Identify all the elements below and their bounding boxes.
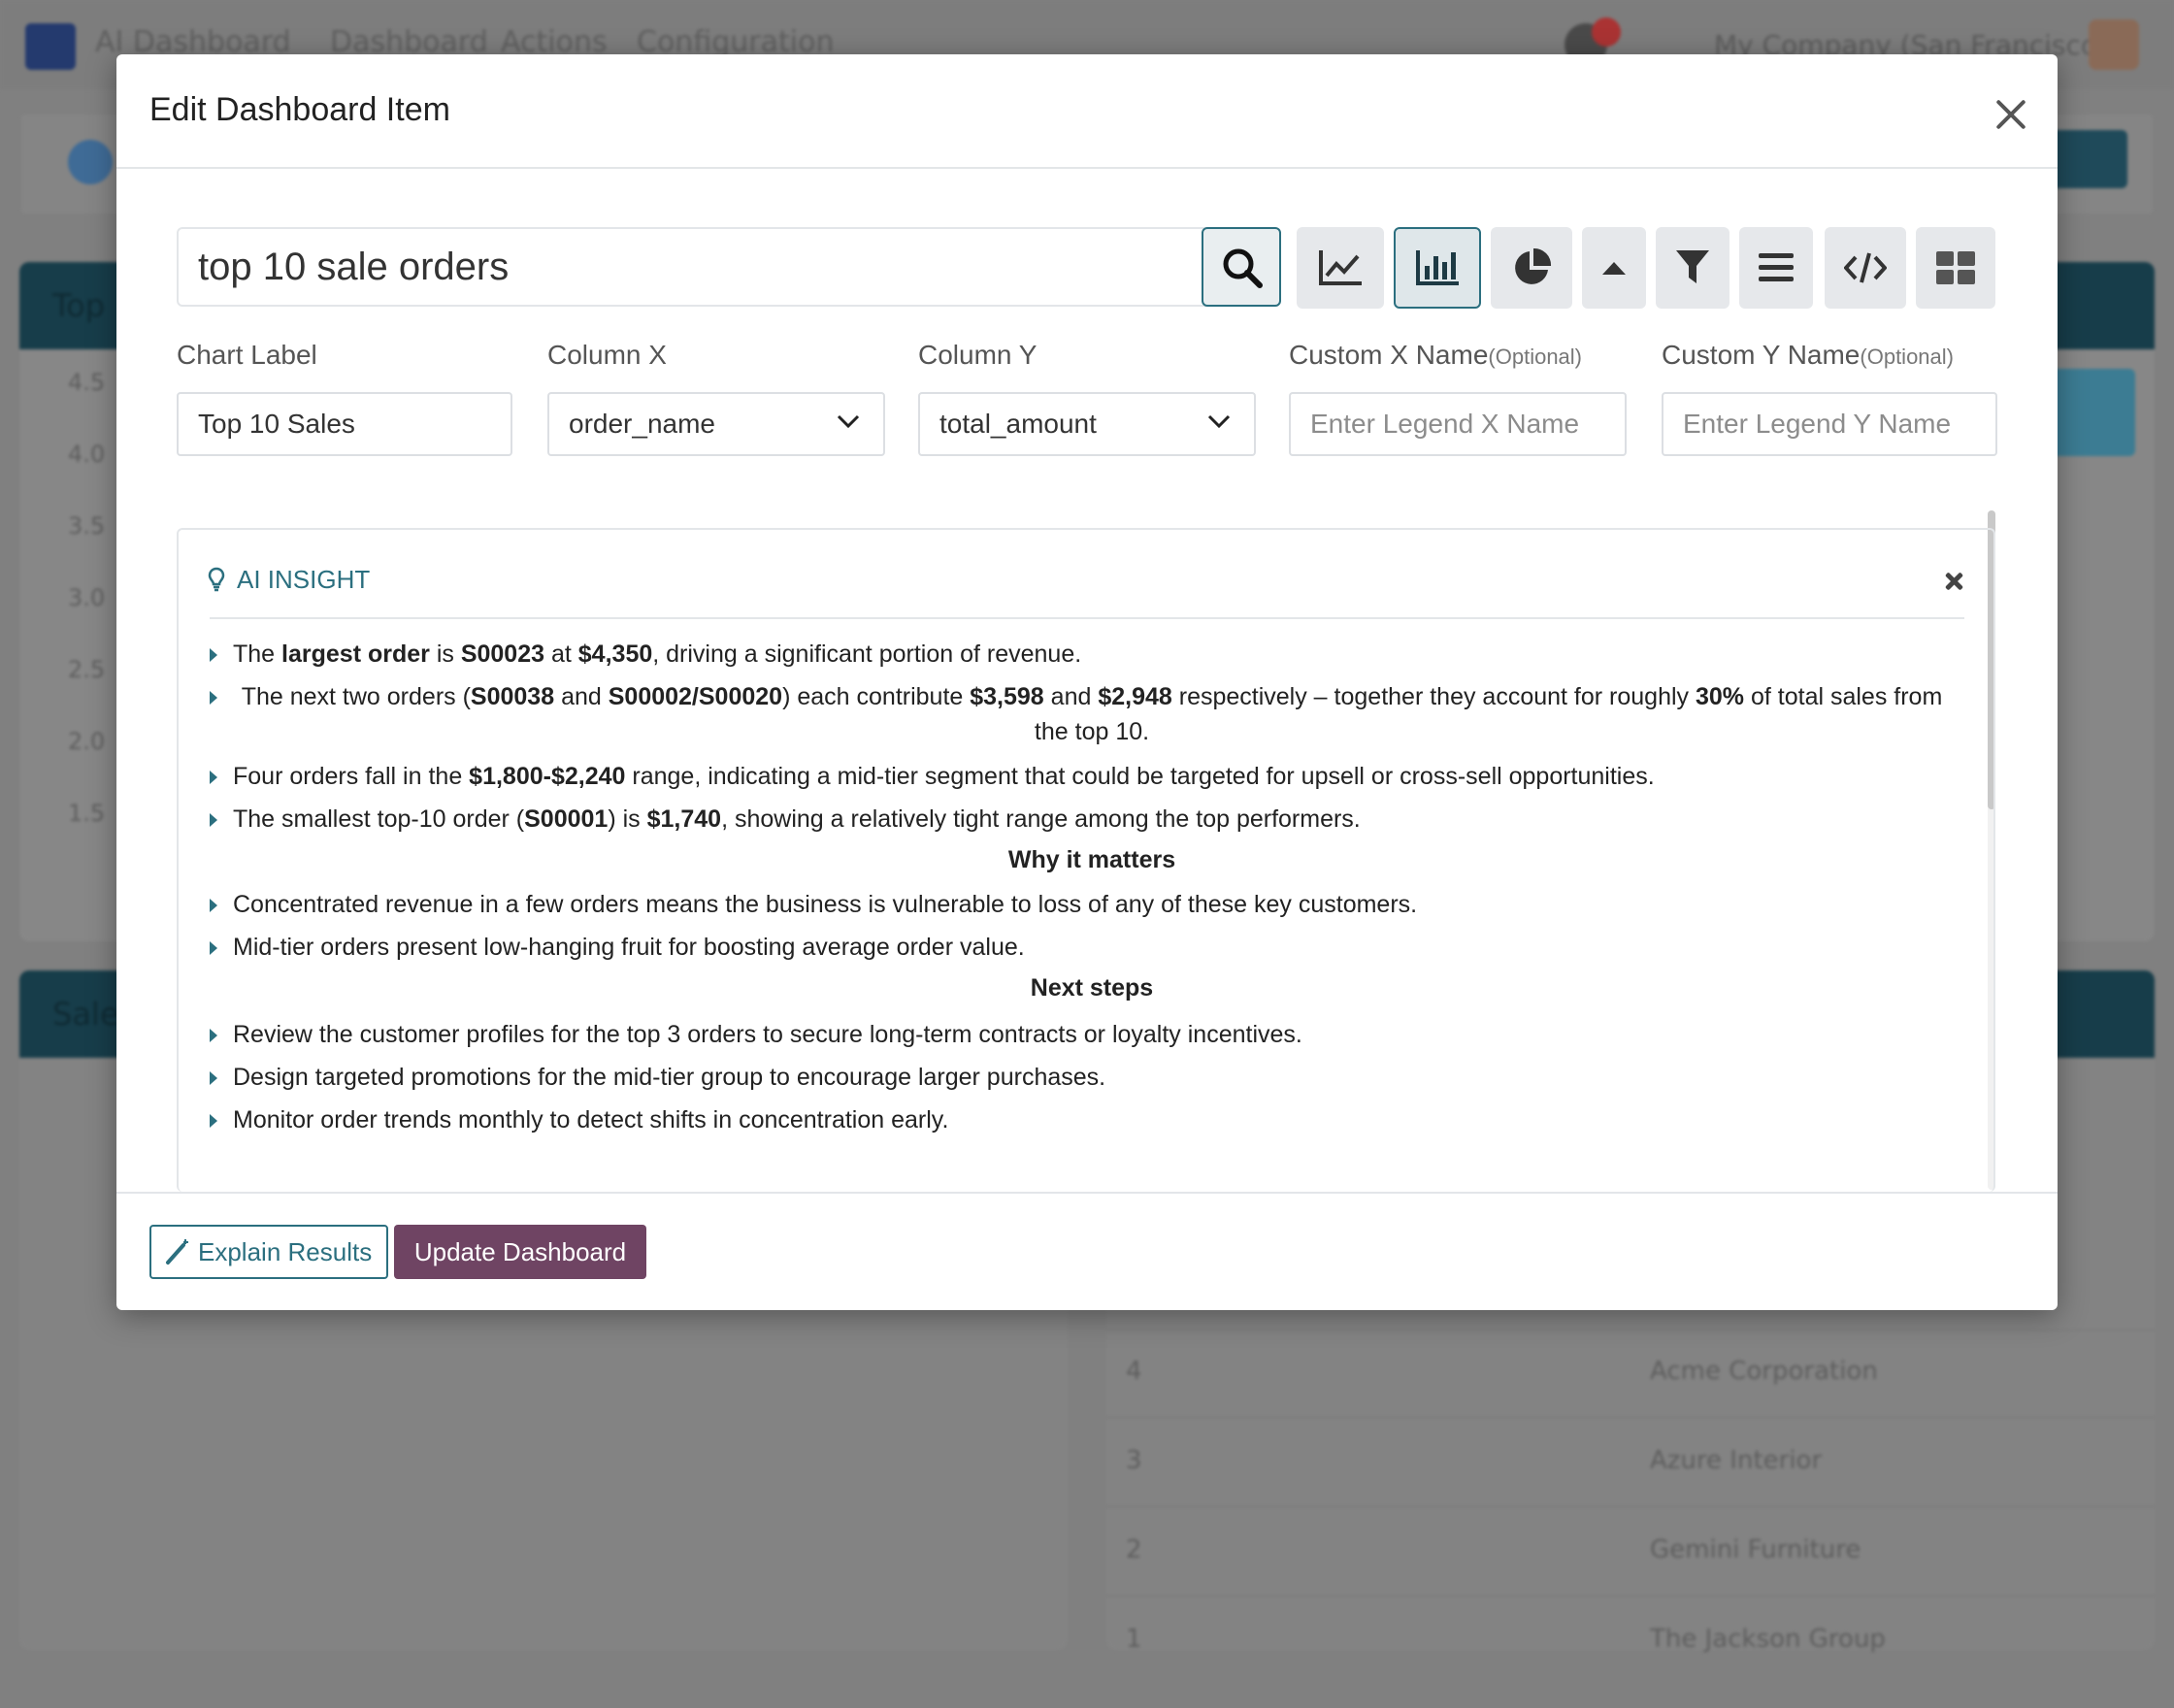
grid-icon: [1936, 251, 1975, 284]
divider: [210, 617, 1964, 619]
insight-bullet: Design targeted promotions for the mid-t…: [233, 1064, 1106, 1091]
modal-header: Edit Dashboard Item: [116, 54, 2058, 169]
pie-chart-icon: [1515, 247, 1552, 284]
insight-bullet: The smallest top-10 order (S00001) is $1…: [233, 805, 1361, 833]
search-button[interactable]: [1202, 227, 1281, 307]
lightbulb-icon: [208, 567, 225, 592]
y-tick: 1.5: [68, 800, 106, 827]
explain-results-label: Explain Results: [198, 1237, 373, 1266]
list-button[interactable]: [1739, 227, 1813, 309]
column-y-value: total_amount: [939, 409, 1097, 439]
bullet-caret-icon: [210, 899, 217, 912]
y-tick: 2.0: [68, 728, 106, 755]
table-cell: Azure Interior: [1650, 1446, 1823, 1475]
bar-chart-icon: [1416, 250, 1459, 285]
column-x-select[interactable]: order_name: [547, 392, 885, 456]
table-row: [1106, 1595, 2155, 1596]
y-tick: 4.0: [68, 441, 106, 468]
insight-bullet: Review the customer profiles for the top…: [233, 1021, 1302, 1048]
optional-tag: (Optional): [1488, 345, 1582, 369]
table-cell: The Jackson Group: [1650, 1625, 1886, 1654]
query-search-box: [177, 227, 1281, 307]
control-panel-icon: [68, 140, 113, 184]
close-icon[interactable]: [1937, 565, 1972, 600]
ai-insight-title: AI INSIGHT: [237, 565, 371, 594]
custom-x-name-text: Custom X Name: [1289, 340, 1489, 370]
next-steps-heading: Next steps: [1030, 974, 1154, 1002]
y-tick: 3.5: [68, 512, 106, 540]
bullet-caret-icon: [210, 1114, 217, 1128]
bar-chart-button[interactable]: [1394, 227, 1481, 309]
column-x-value: order_name: [569, 409, 715, 439]
y-tick: 4.5: [68, 369, 106, 396]
table-row: [1106, 1417, 2155, 1418]
edit-dashboard-item-modal: Edit Dashboard Item top 10 sale orders C…: [116, 54, 2058, 1310]
insight-bullet: The largest order is S00023 at $4,350, d…: [233, 640, 1082, 668]
bullet-caret-icon: [210, 813, 217, 827]
control-panel-button: [2050, 130, 2127, 188]
code-button[interactable]: [1825, 227, 1906, 309]
insight-bullet: The next two orders (S00038 and S00002/S…: [241, 683, 1943, 745]
column-y-label: Column Y: [918, 340, 1038, 370]
table-cell: 1: [1126, 1625, 1142, 1654]
table-cell: 2: [1126, 1535, 1142, 1564]
bullet-caret-icon: [210, 1029, 217, 1042]
table-cell: 3: [1126, 1446, 1142, 1475]
custom-y-name-text: Custom Y Name: [1662, 340, 1861, 370]
area-chart-button[interactable]: [1582, 227, 1646, 309]
table-cell: Acme Corporation: [1650, 1357, 1878, 1386]
chart-label-label: Chart Label: [177, 340, 317, 370]
optional-tag: (Optional): [1860, 345, 1954, 369]
notification-badge: [1592, 17, 1621, 47]
pie-chart-button[interactable]: [1491, 227, 1572, 309]
bullet-caret-icon: [210, 1071, 217, 1085]
insight-bullet: Mid-tier orders present low-hanging frui…: [233, 934, 1025, 961]
table-cell: 4: [1126, 1357, 1142, 1386]
filter-button[interactable]: [1656, 227, 1729, 309]
magic-wand-icon: [166, 1239, 188, 1265]
line-chart-icon: [1319, 250, 1362, 285]
avatar: [2089, 19, 2139, 70]
y-tick: 3.0: [68, 584, 106, 611]
line-chart-button[interactable]: [1297, 227, 1384, 309]
modal-title: Edit Dashboard Item: [149, 91, 450, 128]
why-it-matters-heading: Why it matters: [1007, 846, 1176, 873]
card-title: Top: [52, 287, 105, 324]
query-input[interactable]: [179, 229, 1198, 305]
bullet-caret-icon: [210, 691, 217, 705]
chart-label-input[interactable]: Top 10 Sales: [177, 392, 512, 456]
y-tick: 2.5: [68, 656, 106, 683]
column-x-label: Column X: [547, 340, 667, 370]
table-cell: Gemini Furniture: [1650, 1535, 1861, 1564]
update-dashboard-button[interactable]: Update Dashboard: [394, 1225, 646, 1279]
bullet-caret-icon: [210, 771, 217, 784]
ai-insight-panel: AI INSIGHT The largest order is S00023 a…: [177, 528, 1995, 1192]
bullet-caret-icon: [210, 648, 217, 662]
app-logo: [25, 23, 76, 70]
insight-bullet: Monitor order trends monthly to detect s…: [233, 1106, 949, 1133]
filter-icon: [1676, 250, 1709, 283]
code-icon: [1844, 252, 1887, 283]
list-icon: [1759, 253, 1794, 281]
search-icon: [1223, 248, 1263, 288]
custom-y-name-input[interactable]: Enter Legend Y Name: [1662, 392, 1997, 456]
insight-bullet: Concentrated revenue in a few orders mea…: [233, 891, 1418, 918]
caret-up-icon: [1602, 262, 1626, 275]
chevron-down-icon: [837, 414, 860, 429]
table-row: [1106, 1506, 2155, 1507]
chevron-down-icon: [1207, 414, 1231, 429]
tile-button[interactable]: [1916, 227, 1995, 309]
custom-x-name-label: Custom X Name(Optional): [1289, 340, 1582, 371]
modal-footer-divider: [116, 1192, 2058, 1194]
close-icon[interactable]: [1990, 93, 2032, 136]
column-y-select[interactable]: total_amount: [918, 392, 1256, 456]
insight-bullet: Four orders fall in the $1,800-$2,240 ra…: [233, 763, 1655, 790]
bullet-caret-icon: [210, 941, 217, 955]
custom-x-name-input[interactable]: Enter Legend X Name: [1289, 392, 1627, 456]
custom-y-name-label: Custom Y Name(Optional): [1662, 340, 1954, 371]
explain-results-button[interactable]: Explain Results: [149, 1225, 388, 1279]
